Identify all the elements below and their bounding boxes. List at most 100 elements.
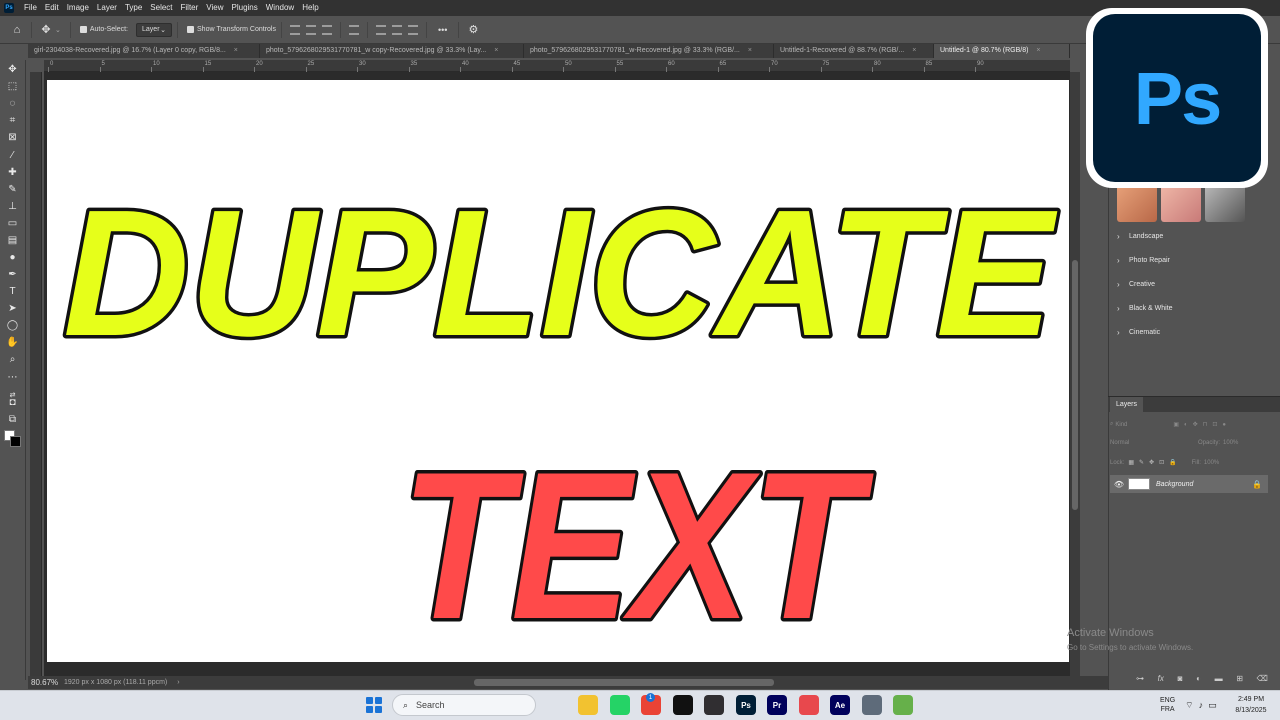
taskbar-search[interactable]: ⌕ Search xyxy=(392,694,536,716)
preset-group-cinematic[interactable]: › Cinematic xyxy=(1117,325,1160,339)
status-menu-arrow[interactable]: › xyxy=(177,679,179,686)
menu-window[interactable]: Window xyxy=(262,0,298,16)
doc-tab[interactable]: photo_5796268029531770781_w-Recovered.jp… xyxy=(524,44,774,58)
background-color-swatch[interactable] xyxy=(10,436,21,447)
type-tool-icon[interactable]: T xyxy=(4,284,21,299)
doc-tab-active[interactable]: Untitled-1 @ 80.7% (RGB/8) × xyxy=(934,44,1070,58)
taskbar-app-obs[interactable] xyxy=(704,695,724,715)
trash-icon[interactable]: ⌫ xyxy=(1257,674,1268,686)
preset-group-creative[interactable]: › Creative xyxy=(1117,277,1155,291)
layer-row-background[interactable]: 👁 Background 🔒 xyxy=(1110,475,1268,493)
stamp-tool-icon[interactable]: ⊥ xyxy=(4,199,21,214)
taskbar-app-capcut[interactable] xyxy=(673,695,693,715)
menu-type[interactable]: Type xyxy=(121,0,146,16)
preset-thumbnail-portrait[interactable] xyxy=(1205,184,1245,222)
close-icon[interactable]: × xyxy=(494,44,498,58)
battery-icon[interactable]: ▭ xyxy=(1208,700,1217,711)
shape-tool-icon[interactable]: ◯ xyxy=(4,318,21,333)
wifi-icon[interactable]: ⌔ xyxy=(1185,700,1193,711)
crop-tool-icon[interactable]: ⌗ xyxy=(4,113,21,128)
windows-start-icon[interactable] xyxy=(366,697,382,713)
move-tool-icon[interactable]: ✥ xyxy=(4,62,21,77)
align-center-icon[interactable] xyxy=(306,24,316,35)
align-bottom-icon[interactable] xyxy=(408,24,418,35)
chevron-down-icon[interactable]: ⌄ xyxy=(55,26,61,34)
more-tools-icon[interactable]: ⋯ xyxy=(4,370,21,385)
menu-plugins[interactable]: Plugins xyxy=(228,0,262,16)
opacity-field[interactable]: 100% xyxy=(1223,440,1238,446)
taskbar-app-premiere[interactable]: Pr xyxy=(767,695,787,715)
taskbar-clock[interactable]: 2:49 PM 8/13/2025 xyxy=(1226,694,1276,716)
duplicate-text-layer[interactable]: DUPLICATE xyxy=(60,170,1062,378)
move-tool-icon[interactable]: ✥ xyxy=(37,21,55,39)
zoom-level[interactable]: 80.67% xyxy=(28,678,64,687)
canvas-area[interactable]: DUPLICATE TEXT xyxy=(44,72,1070,676)
gradient-tool-icon[interactable]: ▤ xyxy=(4,233,21,248)
home-icon[interactable]: ⌂ xyxy=(8,21,26,39)
adjustment-icon[interactable]: ◐ xyxy=(1196,674,1201,686)
doc-tab[interactable]: girl-2304038-Recovered.jpg @ 16.7% (Laye… xyxy=(28,44,260,58)
healing-brush-icon[interactable]: ✚ xyxy=(4,165,21,180)
align-right-icon[interactable] xyxy=(322,24,332,35)
menu-select[interactable]: Select xyxy=(146,0,176,16)
blend-mode-dropdown[interactable]: Normal xyxy=(1110,440,1198,446)
distribute-icon[interactable] xyxy=(349,24,359,35)
doc-tab[interactable]: Untitled-1-Recovered @ 88.7% (RGB/... × xyxy=(774,44,934,58)
new-layer-icon[interactable]: ⊞ xyxy=(1236,674,1243,686)
speaker-icon[interactable]: ♪ xyxy=(1199,700,1204,710)
filter-icons[interactable]: ▣◐✥⊓⊡● xyxy=(1173,421,1231,428)
hand-tool-icon[interactable]: ✋ xyxy=(4,335,21,350)
marquee-tool-icon[interactable]: ⬚ xyxy=(4,79,21,94)
text-layer-red[interactable]: TEXT xyxy=(398,425,878,663)
fill-field[interactable]: 100% xyxy=(1204,460,1219,466)
folder-icon[interactable]: ▬ xyxy=(1215,674,1223,686)
lock-icons[interactable]: ▦✎✥⊡🔒 xyxy=(1128,459,1181,466)
pen-tool-icon[interactable]: ✒ xyxy=(4,267,21,282)
layer-kind-filter[interactable]: Kind xyxy=(1115,422,1165,428)
lasso-tool-icon[interactable]: ◌ xyxy=(4,96,21,111)
link-icon[interactable]: ⊶ xyxy=(1136,674,1144,686)
auto-select-target-dropdown[interactable]: Layer ⌄ xyxy=(136,22,173,37)
preset-thumbnail-portrait[interactable] xyxy=(1117,184,1157,222)
brush-tool-icon[interactable]: ✎ xyxy=(4,182,21,197)
path-selection-icon[interactable]: ➤ xyxy=(4,301,21,316)
align-middle-icon[interactable] xyxy=(392,24,402,35)
frame-tool-icon[interactable]: ⊠ xyxy=(4,130,21,145)
quick-mask-icon[interactable]: ◘ xyxy=(4,395,21,410)
preset-thumbnail-portrait[interactable] xyxy=(1161,184,1201,222)
taskbar-app-notepad[interactable] xyxy=(893,695,913,715)
taskbar-app-after-effects[interactable]: Ae xyxy=(830,695,850,715)
menu-view[interactable]: View xyxy=(202,0,227,16)
language-indicator[interactable]: ENG FRA xyxy=(1160,696,1175,714)
close-icon[interactable]: × xyxy=(1036,44,1040,58)
tab-layers[interactable]: Layers xyxy=(1110,397,1144,412)
preset-group-photo-repair[interactable]: › Photo Repair xyxy=(1117,253,1170,267)
menu-layer[interactable]: Layer xyxy=(93,0,121,16)
menu-filter[interactable]: Filter xyxy=(177,0,203,16)
fx-button[interactable]: fx xyxy=(1158,674,1164,686)
menu-file[interactable]: File xyxy=(20,0,41,16)
more-options-button[interactable]: ••• xyxy=(438,25,447,35)
eye-icon[interactable]: 👁 xyxy=(1110,480,1128,489)
horizontal-scrollbar-thumb[interactable] xyxy=(474,679,774,686)
close-icon[interactable]: × xyxy=(748,44,752,58)
vertical-scrollbar-thumb[interactable] xyxy=(1072,260,1078,510)
align-left-icon[interactable] xyxy=(290,24,300,35)
close-icon[interactable]: × xyxy=(234,44,238,58)
document-canvas[interactable]: DUPLICATE TEXT xyxy=(47,80,1069,662)
eraser-tool-icon[interactable]: ▭ xyxy=(4,216,21,231)
close-icon[interactable]: × xyxy=(912,44,916,58)
blur-tool-icon[interactable]: ● xyxy=(4,250,21,265)
menu-edit[interactable]: Edit xyxy=(41,0,63,16)
mask-icon[interactable]: ◙ xyxy=(1178,674,1183,686)
doc-tab[interactable]: photo_5796268029531770781_w copy-Recover… xyxy=(260,44,524,58)
menu-help[interactable]: Help xyxy=(298,0,322,16)
screen-mode-icon[interactable]: ⧉ xyxy=(4,412,21,427)
menu-image[interactable]: Image xyxy=(63,0,93,16)
gear-icon[interactable]: ⚙ xyxy=(464,21,482,39)
taskbar-app-photoshop[interactable]: Ps xyxy=(736,695,756,715)
auto-select-checkbox[interactable] xyxy=(79,26,87,33)
taskbar-app-calculator[interactable] xyxy=(862,695,882,715)
eyedropper-tool-icon[interactable]: ⁄ xyxy=(4,148,21,163)
taskbar-app-whatsapp[interactable] xyxy=(610,695,630,715)
